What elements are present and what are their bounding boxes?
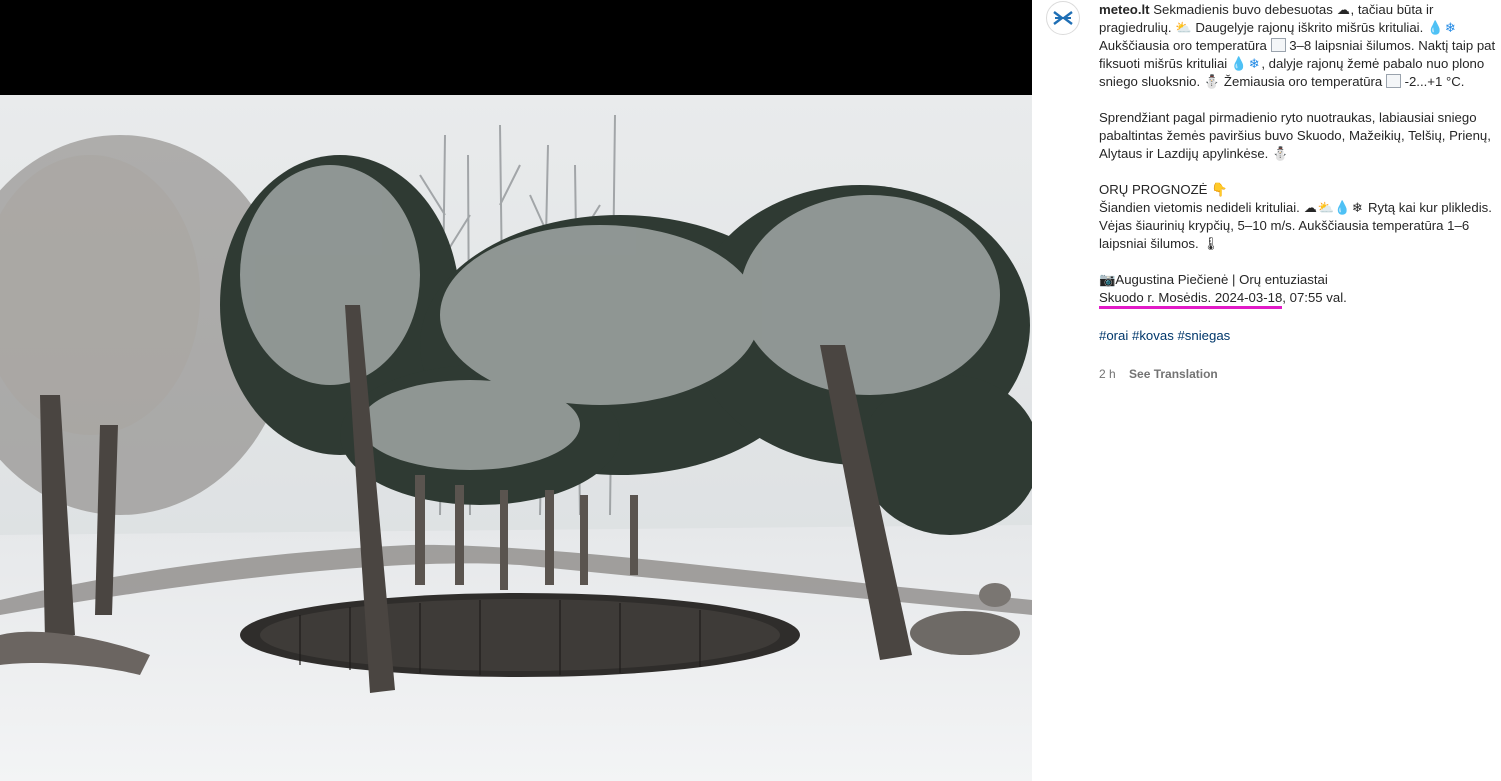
camera-icon: 📷 (1099, 272, 1116, 287)
point-down-icon: 👇 (1211, 182, 1228, 197)
caption-segment: Aukščiausia oro temperatūra (1099, 38, 1271, 53)
droplet-icon: 💧 (1426, 20, 1444, 35)
hashtag-link[interactable]: #kovas (1132, 328, 1174, 343)
caption-segment: Daugelyje rajonų iškrito mišrūs kritulia… (1191, 20, 1427, 35)
sun-cloud-icon: ⛅ (1317, 200, 1334, 215)
caption-segment: Žemiausia oro temperatūra (1220, 74, 1386, 89)
caption-segment: Sekmadienis buvo debesuotas (1149, 2, 1337, 17)
cloud-icon: ☁ (1336, 2, 1351, 17)
photo-credit: Augustina Piečienė | Orų entuziastai (1115, 272, 1328, 287)
hashtag-link[interactable]: #orai (1099, 328, 1128, 343)
username-link[interactable]: meteo.lt (1099, 2, 1150, 17)
snowman-icon: ⛄ (1203, 74, 1221, 89)
chart-decreasing-icon (1385, 74, 1401, 88)
post-media[interactable] (0, 0, 1032, 781)
droplet-icon: 💧 (1230, 56, 1248, 71)
caption-segment: -2...+1 °C. (1400, 74, 1465, 89)
post-meta: 2 h See Translation (1099, 367, 1218, 381)
post-caption-pane: meteo.lt Sekmadienis buvo debesuotas ☁ , … (1032, 0, 1501, 781)
snowflake-icon: ❄ (1248, 56, 1260, 71)
sun-cloud-icon: ⛅ (1175, 20, 1192, 35)
forecast-heading: ORŲ PROGNOZĖ (1099, 182, 1212, 197)
snowflake-icon: ❄ (1351, 200, 1363, 215)
cloud-icon: ☁ (1303, 200, 1318, 215)
see-translation-button[interactable]: See Translation (1129, 367, 1218, 381)
post-photo (0, 95, 1032, 781)
caption-text: meteo.lt Sekmadienis buvo debesuotas ☁ , … (1099, 1, 1497, 345)
caption-segment: Šiandien vietomis nedideli krituliai. (1099, 200, 1304, 215)
caption-segment: Sprendžiant pagal pirmadienio ryto nuotr… (1099, 110, 1491, 161)
meteo-logo-icon (1053, 11, 1073, 25)
snowman-icon: ⛄ (1272, 146, 1289, 161)
snowflake-icon: ❄ (1444, 20, 1456, 35)
avatar[interactable] (1046, 1, 1080, 35)
chart-increasing-icon (1270, 38, 1286, 52)
location-time: , 07:55 val. (1282, 290, 1347, 305)
droplet-icon: 💧 (1333, 200, 1351, 215)
thermometer-icon: 🌡 (1202, 236, 1220, 251)
highlighted-location-date: Skuodo r. Mosėdis. 2024-03-18 (1099, 290, 1283, 309)
timestamp[interactable]: 2 h (1099, 367, 1116, 381)
hashtag-link[interactable]: #sniegas (1177, 328, 1230, 343)
